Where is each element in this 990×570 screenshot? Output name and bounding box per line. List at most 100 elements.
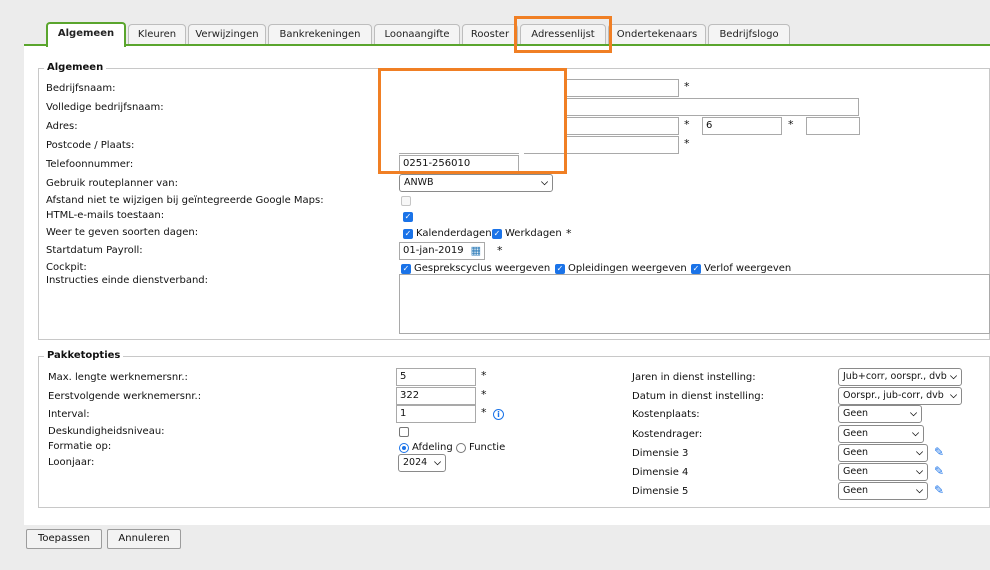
soorten-dagen-required: *: [566, 227, 572, 240]
tab-bedrijfslogo[interactable]: Bedrijfslogo: [708, 24, 790, 46]
startdatum-required: *: [497, 244, 503, 257]
postcode-plaats-label: Postcode / Plaats:: [46, 140, 135, 151]
chevron-down-icon: ⌵: [916, 448, 923, 458]
loonjaar-select[interactable]: 2024 ⌵: [398, 454, 446, 472]
edit-dimensie-5-pencil-icon[interactable]: ✎: [934, 484, 944, 496]
instructies-label: Instructies einde dienstverband:: [46, 275, 209, 286]
jaren-in-dienst-value: Jub+corr, oorspr., dvb: [843, 371, 947, 382]
dimensie-5-value: Geen: [843, 485, 869, 496]
dimensie-5-select[interactable]: Geen ⌵: [838, 482, 928, 500]
formatie-functie-label: Functie: [469, 442, 506, 453]
kostendrager-select[interactable]: Geen ⌵: [838, 425, 924, 443]
tab-ondertekenaars[interactable]: Ondertekenaars: [608, 24, 706, 46]
dimensie-4-label: Dimensie 4: [632, 467, 689, 478]
telefoonnummer-label: Telefoonnummer:: [46, 159, 134, 170]
startdatum-label: Startdatum Payroll:: [46, 245, 143, 256]
jaren-in-dienst-select[interactable]: Jub+corr, oorspr., dvb ⌵: [838, 368, 962, 386]
opleidingen-checkbox[interactable]: ✓: [555, 264, 565, 274]
instructies-textarea[interactable]: [399, 274, 990, 334]
gesprekscyclus-checkbox[interactable]: ✓: [401, 264, 411, 274]
dimensie-4-value: Geen: [843, 466, 869, 477]
interval-input[interactable]: 1: [396, 405, 476, 423]
deskundigheid-label: Deskundigheidsniveau:: [48, 426, 165, 437]
opleidingen-label: Opleidingen weergeven: [568, 263, 687, 274]
interval-label: Interval:: [48, 409, 90, 420]
adres-required: *: [684, 118, 690, 131]
calendar-icon[interactable]: ▦: [471, 243, 481, 259]
routeplanner-label: Gebruik routeplanner van:: [46, 178, 178, 189]
formatie-afdeling-label: Afdeling: [412, 442, 453, 453]
jaren-in-dienst-label: Jaren in dienst instelling:: [632, 372, 756, 383]
kostenplaats-select[interactable]: Geen ⌵: [838, 405, 922, 423]
huisnummer-input[interactable]: 6: [702, 117, 782, 135]
tab-loonaangifte[interactable]: Loonaangifte: [374, 24, 460, 46]
verlof-checkbox[interactable]: ✓: [691, 264, 701, 274]
chevron-down-icon: ⌵: [950, 372, 957, 382]
startdatum-input[interactable]: 01-jan-2019 ▦: [399, 242, 485, 260]
tab-rooster[interactable]: Rooster: [462, 24, 518, 46]
dimensie-3-value: Geen: [843, 447, 869, 458]
kalenderdagen-label: Kalenderdagen: [416, 228, 492, 239]
dimensie-3-select[interactable]: Geen ⌵: [838, 444, 928, 462]
datum-in-dienst-value: Oorspr., jub-corr, dvb: [843, 390, 944, 401]
loonjaar-label: Loonjaar:: [48, 457, 95, 468]
bedrijfsnaam-required: *: [684, 80, 690, 93]
cockpit-label: Cockpit:: [46, 262, 87, 273]
soorten-dagen-label: Weer te geven soorten dagen:: [46, 227, 199, 238]
werkdagen-label: Werkdagen: [505, 228, 562, 239]
edit-dimensie-3-pencil-icon[interactable]: ✎: [934, 446, 944, 458]
chevron-down-icon: ⌵: [916, 467, 923, 477]
afstand-label: Afstand niet te wijzigen bij geïntegreer…: [46, 195, 324, 206]
formatie-afdeling-radio[interactable]: [399, 443, 409, 453]
dimensie-4-select[interactable]: Geen ⌵: [838, 463, 928, 481]
loonjaar-value: 2024: [403, 457, 428, 468]
chevron-down-icon: ⌵: [912, 429, 919, 439]
kalenderdagen-checkbox[interactable]: ✓: [403, 229, 413, 239]
datum-in-dienst-label: Datum in dienst instelling:: [632, 391, 765, 402]
cancel-button[interactable]: Annuleren: [107, 529, 181, 549]
apply-button[interactable]: Toepassen: [26, 529, 102, 549]
formatie-functie-radio[interactable]: [456, 443, 466, 453]
eerstvolgende-required: *: [481, 388, 487, 401]
chevron-down-icon: ⌵: [910, 409, 917, 419]
tab-bankrekeningen[interactable]: Bankrekeningen: [268, 24, 372, 46]
routeplanner-value: ANWB: [404, 177, 434, 188]
edit-dimensie-4-pencil-icon[interactable]: ✎: [934, 465, 944, 477]
verlof-label: Verlof weergeven: [704, 263, 792, 274]
kostendrager-label: Kostendrager:: [632, 429, 703, 440]
chevron-down-icon: ⌵: [916, 486, 923, 496]
interval-required: *: [481, 406, 487, 419]
werkdagen-checkbox[interactable]: ✓: [492, 229, 502, 239]
huisnummer-required: *: [788, 118, 794, 131]
eerstvolgende-label: Eerstvolgende werknemersnr.:: [48, 391, 202, 402]
startdatum-value: 01-jan-2019: [403, 245, 464, 256]
algemeen-legend: Algemeen: [44, 62, 107, 73]
info-icon[interactable]: i: [493, 409, 504, 420]
toevoeging-input[interactable]: [806, 117, 860, 135]
datum-in-dienst-select[interactable]: Oorspr., jub-corr, dvb ⌵: [838, 387, 962, 405]
routeplanner-select[interactable]: ANWB ⌵: [399, 174, 553, 192]
tab-verwijzingen[interactable]: Verwijzingen: [188, 24, 266, 46]
max-lengte-input[interactable]: 5: [396, 368, 476, 386]
afstand-checkbox[interactable]: [401, 196, 411, 206]
tab-highlight-box: [514, 16, 612, 53]
address-highlight-box: [378, 68, 567, 174]
pakketopties-legend: Pakketopties: [44, 350, 124, 361]
max-lengte-required: *: [481, 369, 487, 382]
tab-kleuren[interactable]: Kleuren: [128, 24, 186, 46]
deskundigheid-checkbox[interactable]: [399, 427, 409, 437]
kostenplaats-value: Geen: [843, 408, 869, 419]
formatie-label: Formatie op:: [48, 441, 112, 452]
chevron-down-icon: ⌵: [541, 178, 548, 188]
dimensie-5-label: Dimensie 5: [632, 486, 689, 497]
kostenplaats-label: Kostenplaats:: [632, 409, 700, 420]
adres-label: Adres:: [46, 121, 78, 132]
postcode-required: *: [684, 137, 690, 150]
eerstvolgende-input[interactable]: 322: [396, 387, 476, 405]
html-emails-label: HTML-e-mails toestaan:: [46, 210, 165, 221]
chevron-down-icon: ⌵: [434, 458, 441, 468]
html-emails-checkbox[interactable]: ✓: [403, 212, 413, 222]
max-lengte-label: Max. lengte werknemersnr.:: [48, 372, 188, 383]
tab-algemeen[interactable]: Algemeen: [46, 22, 126, 47]
chevron-down-icon: ⌵: [950, 391, 957, 401]
